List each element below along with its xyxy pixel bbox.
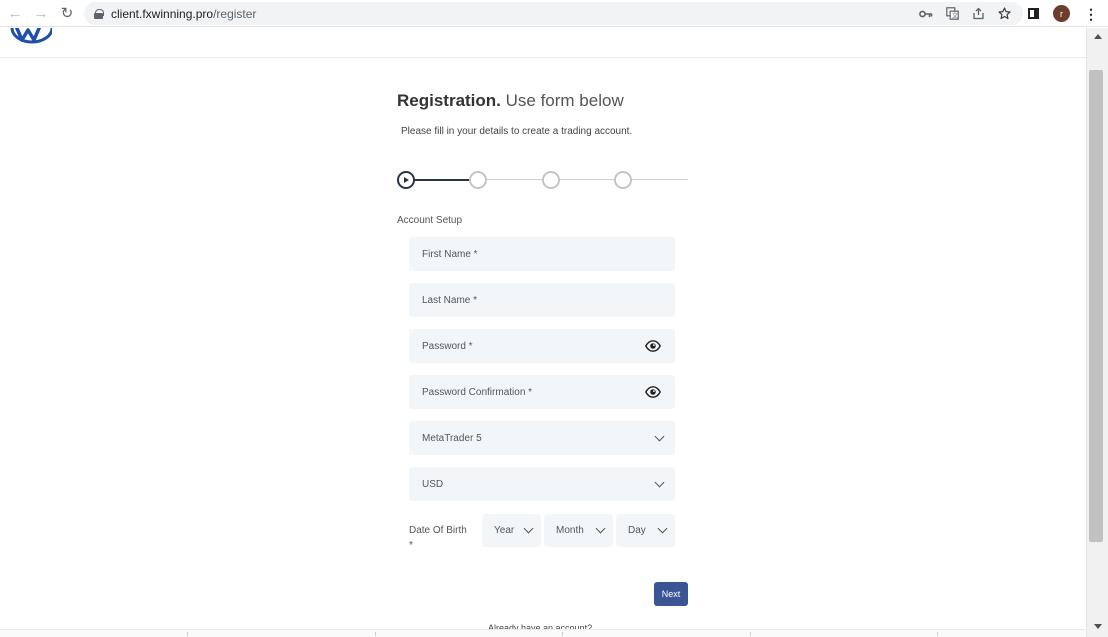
url-host: client.fxwinning.pro: [111, 6, 214, 21]
dob-required-marker: *: [409, 540, 413, 551]
address-bar-actions: 文: [919, 2, 1011, 25]
side-panel-icon[interactable]: [1028, 8, 1039, 19]
password-confirmation-field[interactable]: Password Confirmation *: [409, 375, 675, 409]
translate-icon[interactable]: 文: [946, 7, 959, 20]
back-icon[interactable]: ←: [4, 2, 26, 24]
page-title: Registration. Use form below: [397, 91, 624, 111]
lock-icon[interactable]: [94, 8, 104, 19]
avatar[interactable]: r: [1053, 5, 1070, 22]
step-1-current: [397, 171, 415, 189]
vertical-scrollbar[interactable]: [1086, 28, 1108, 637]
chevron-down-icon: [523, 523, 534, 534]
url-path: /register: [213, 6, 257, 21]
scroll-tick: [375, 632, 376, 636]
scroll-up-arrow-icon[interactable]: [1094, 34, 1102, 39]
last-name-field[interactable]: Last Name *: [409, 283, 675, 317]
chevron-down-icon: [657, 523, 668, 534]
dob-month-select[interactable]: Month: [544, 514, 613, 547]
platform-value: MetaTrader 5: [422, 432, 482, 444]
scroll-down-arrow-icon[interactable]: [1094, 624, 1102, 629]
share-icon[interactable]: [972, 7, 985, 20]
chevron-down-icon: [595, 523, 606, 534]
dob-year-select[interactable]: Year: [482, 514, 541, 547]
step-3: [542, 171, 560, 189]
last-name-placeholder: Last Name *: [422, 294, 478, 306]
first-name-field[interactable]: First Name *: [409, 237, 675, 271]
dob-day-value: Day: [628, 525, 646, 536]
address-bar[interactable]: client.fxwinning.pro/register 文: [84, 2, 1023, 25]
scrollbar-thumb[interactable]: [1089, 70, 1103, 542]
registration-stepper: [397, 170, 689, 190]
browser-actions: r ⋮: [1028, 2, 1098, 25]
dob-label: Date Of Birth *: [409, 523, 475, 553]
page-title-bold: Registration.: [397, 91, 501, 110]
password-placeholder: Password *: [422, 340, 473, 352]
scroll-tick: [937, 632, 938, 636]
stepper-track: [470, 179, 688, 180]
scroll-tick: [187, 632, 188, 636]
chevron-down-icon: [654, 431, 665, 442]
scroll-tick: [750, 632, 751, 636]
page-subtitle: Please fill in your details to create a …: [401, 126, 633, 137]
password-field[interactable]: Password *: [409, 329, 675, 363]
dob-year-value: Year: [494, 525, 515, 536]
reload-icon[interactable]: ↻: [56, 2, 78, 24]
svg-text:文: 文: [952, 12, 958, 20]
currency-value: USD: [422, 478, 444, 490]
menu-icon[interactable]: ⋮: [1084, 7, 1098, 21]
step-2: [469, 171, 487, 189]
key-icon[interactable]: [919, 9, 933, 19]
chevron-down-icon: [654, 477, 665, 488]
site-header: [0, 28, 1086, 58]
eye-icon[interactable]: [645, 340, 661, 352]
password-confirmation-placeholder: Password Confirmation *: [422, 386, 533, 398]
platform-select[interactable]: MetaTrader 5: [409, 421, 675, 455]
star-icon[interactable]: [998, 7, 1011, 20]
scroll-tick: [562, 632, 563, 636]
browser-toolbar: ← → ↻ client.fxwinning.pro/register 文 r …: [0, 0, 1108, 27]
next-button[interactable]: Next: [654, 582, 688, 606]
step-4: [614, 171, 632, 189]
stepper-progress: [413, 179, 470, 181]
nav-buttons: ← → ↻: [4, 2, 78, 24]
page-title-rest: Use form below: [500, 91, 624, 110]
first-name-placeholder: First Name *: [422, 248, 478, 260]
horizontal-scrollbar[interactable]: [0, 629, 1086, 637]
eye-icon[interactable]: [645, 386, 661, 398]
site-logo[interactable]: [4, 28, 52, 44]
dob-day-select[interactable]: Day: [616, 514, 675, 547]
dob-label-text: Date Of Birth: [409, 525, 467, 536]
dob-month-value: Month: [556, 525, 584, 536]
forward-icon[interactable]: →: [30, 2, 52, 24]
section-label-account-setup: Account Setup: [397, 215, 463, 226]
currency-select[interactable]: USD: [409, 467, 675, 501]
